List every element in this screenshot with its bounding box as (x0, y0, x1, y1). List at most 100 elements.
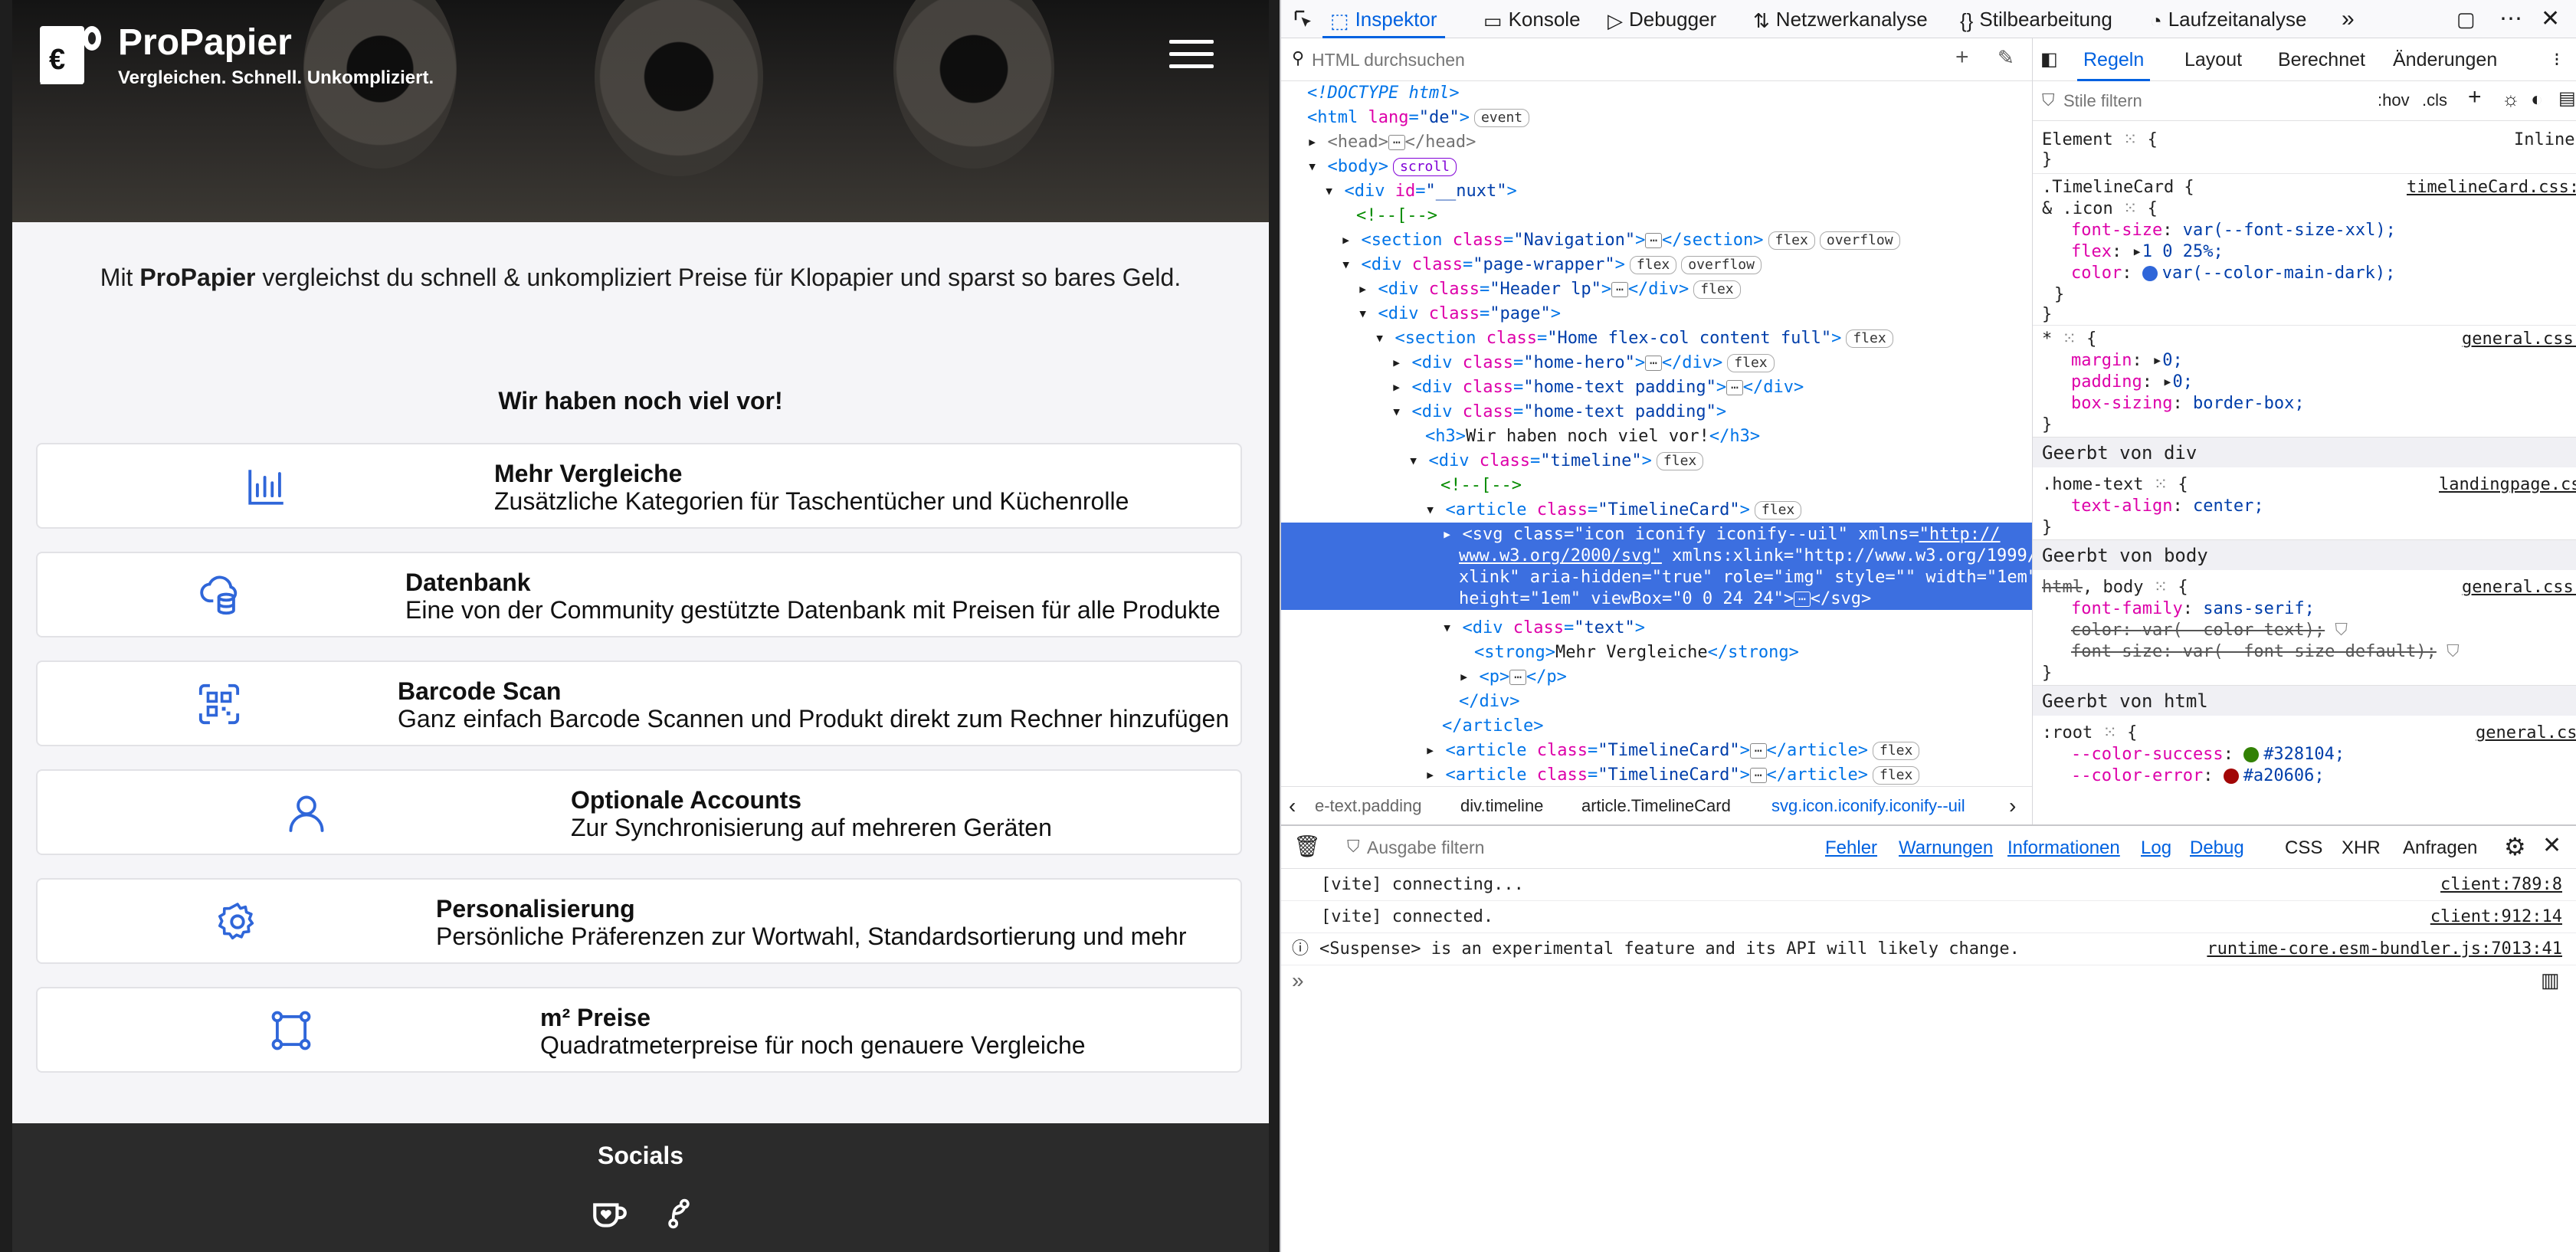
console-input[interactable] (1321, 968, 2516, 999)
more-tabs-chevron-icon[interactable]: » (2342, 0, 2355, 38)
console-message[interactable]: ⓘ <Suspense> is an experimental feature … (1281, 933, 2576, 965)
more-tabs-icon[interactable]: ⁝ (2554, 38, 2560, 81)
rule-declaration[interactable]: --color-success: #328104; (2071, 743, 2345, 765)
logo-icon[interactable]: € (37, 21, 106, 90)
toilet-paper-roll-image (893, 0, 1054, 169)
hover-states-toggle[interactable]: :hov (2378, 90, 2410, 110)
console-message-source[interactable]: client:789:8 (2440, 869, 2562, 901)
tab-layout[interactable]: Layout (2184, 38, 2242, 81)
console-filter-input[interactable] (1367, 834, 1673, 861)
level-debug-toggle[interactable]: Debug (2190, 837, 2244, 860)
rule-declaration[interactable]: padding: ▸0; (2071, 371, 2193, 393)
more-options-icon[interactable]: ⋯ (2499, 0, 2522, 38)
level-info-toggle[interactable]: Informationen (2007, 837, 2120, 860)
rule-source-link[interactable]: landingpage.css:26 (2439, 474, 2576, 496)
tab-inspector[interactable]: ⬚ Inspektor (1322, 0, 1445, 38)
timeline-card-personalization: Personalisierung Persönliche Präferenzen… (36, 878, 1242, 964)
github-sponsor-icon[interactable] (662, 1192, 696, 1235)
rule-declaration[interactable]: font-family: sans-serif; (2071, 598, 2315, 620)
level-log-toggle[interactable]: Log (2141, 837, 2171, 860)
rule-declaration-overridden[interactable]: color: var(--color-text); ⛉ (2071, 619, 2348, 641)
console-message[interactable]: [vite] connecting... client:789:8 (1281, 869, 2576, 901)
card-description: Zur Synchronisierung auf mehreren Geräte… (571, 814, 1052, 841)
card-title: Barcode Scan (398, 677, 562, 705)
timeline-card-database: Datenbank Eine von der Community gestütz… (36, 552, 1242, 637)
console-toolbar: 🗑 ⛉ Fehler Warnungen Informationen Log D… (1281, 826, 2576, 869)
tree-line: ▾ <div class="timeline"> flex (1408, 449, 1704, 474)
rule-source-link[interactable]: general.css:78 (2462, 576, 2576, 598)
color-swatch[interactable] (2243, 747, 2260, 762)
breadcrumb-item[interactable]: div.timeline (1460, 787, 1543, 824)
hamburger-line (1169, 64, 1214, 68)
breadcrumb-item[interactable]: e-text.padding (1315, 787, 1421, 824)
type-requests-toggle[interactable]: Anfragen (2403, 837, 2477, 860)
tree-line: </div> (1459, 692, 1520, 711)
add-rule-icon[interactable]: + (2468, 84, 2482, 110)
rule-declaration[interactable]: margin: ▸0; (2071, 349, 2183, 372)
intro-brand: ProPapier (139, 264, 256, 291)
level-errors-toggle[interactable]: Fehler (1825, 837, 1877, 860)
add-node-icon[interactable]: + (1955, 44, 1969, 70)
rule-declaration[interactable]: color: var(--color-main-dark); (2071, 262, 2395, 284)
eyedropper-icon[interactable]: ✎ (1998, 46, 2014, 70)
tab-rules[interactable]: Regeln (2077, 38, 2151, 81)
rule-declaration[interactable]: flex: ▸1 0 25%; (2071, 241, 2224, 263)
brand-name[interactable]: ProPapier (118, 21, 292, 64)
color-swatch[interactable] (2223, 769, 2239, 784)
card-title: Mehr Vergleiche (494, 460, 683, 487)
html-search-input[interactable] (1312, 46, 1925, 74)
html-tree[interactable]: <!DOCTYPE html> <html lang="de"> event ▸ … (1281, 81, 2032, 786)
console-message[interactable]: [vite] connected. client:912:14 (1281, 901, 2576, 933)
rule-declaration-overridden[interactable]: font-size: var(--font-size-default); ⛉ (2071, 641, 2460, 663)
level-warnings-toggle[interactable]: Warnungen (1899, 837, 1993, 860)
rule-declaration[interactable]: box-sizing: border-box; (2071, 392, 2305, 415)
color-swatch[interactable] (2142, 266, 2158, 281)
breadcrumb-item-selected[interactable]: svg.icon.iconify.iconify--uil (1771, 787, 1965, 824)
tab-changes[interactable]: Änderungen (2393, 38, 2497, 81)
light-theme-icon[interactable]: ☼ (2502, 87, 2520, 111)
trash-icon[interactable]: 🗑 (1293, 834, 1321, 859)
classes-toggle[interactable]: .cls (2422, 90, 2447, 110)
footer: Socials (12, 1123, 1269, 1252)
breadcrumb-scroll-left-icon[interactable]: ‹ (1289, 787, 1296, 824)
rule-source-link[interactable]: timelineCard.css:9 (2407, 176, 2576, 198)
styles-filter-input[interactable] (2063, 87, 2293, 115)
menu-hamburger-button[interactable] (1169, 40, 1214, 70)
tab-network[interactable]: ⇅ Netzwerkanalyse (1753, 0, 1928, 38)
rules-filter-bar: ⛉ :hov .cls + ☼ ◐ ▤ (2033, 81, 2576, 121)
element-picker-icon[interactable] (1292, 8, 1315, 31)
console-message-source[interactable]: runtime-core.esm-bundler.js:7013:41 (2207, 933, 2562, 965)
tree-line: </article> (1442, 716, 1544, 736)
print-media-icon[interactable]: ▤ (2558, 87, 2576, 110)
rule-source-link[interactable]: general.css:1 (2476, 722, 2576, 744)
square-vector-icon (271, 1011, 311, 1050)
close-devtools-icon[interactable]: ✕ (2541, 0, 2560, 38)
type-xhr-toggle[interactable]: XHR (2342, 837, 2381, 860)
filter-icon: ⛉ (2447, 642, 2460, 661)
rule-divider (2033, 173, 2576, 174)
tab-debugger[interactable]: ▷ Debugger (1608, 0, 1716, 38)
ko-fi-icon[interactable] (588, 1195, 630, 1234)
tree-line-selected[interactable]: ▸ <svg class="icon iconify iconify--uil"… (1281, 523, 2032, 610)
close-console-icon[interactable]: ✕ (2542, 832, 2561, 859)
tab-performance[interactable]: ◔ Laufzeitanalyse (2150, 0, 2306, 38)
console-message-source[interactable]: client:912:14 (2430, 901, 2562, 933)
tab-computed[interactable]: Berechnet (2278, 38, 2365, 81)
rule-declaration[interactable]: --color-error: #a20606; (2071, 765, 2325, 787)
breadcrumb-scroll-right-icon[interactable]: › (2009, 787, 2016, 824)
dock-side-icon[interactable]: ▢ (2456, 0, 2476, 38)
hamburger-line (1169, 52, 1214, 56)
tab-console[interactable]: ▭ Konsole (1483, 0, 1581, 38)
tree-line: <strong>Mehr Vergleiche</strong> (1474, 643, 1799, 662)
tab-style-editor[interactable]: {} Stilbearbeitung (1960, 0, 2112, 38)
rule-declaration[interactable]: text-align: center; (2071, 495, 2264, 517)
breadcrumb-item[interactable]: article.TimelineCard (1581, 787, 1731, 824)
console-settings-gear-icon[interactable]: ⚙ (2504, 832, 2526, 861)
toggle-layout-icon[interactable]: ◧ (2040, 38, 2058, 81)
rule-declaration[interactable]: font-size: var(--font-size-xxl); (2071, 219, 2396, 241)
dark-theme-icon[interactable]: ◐ (2531, 87, 2543, 111)
editor-mode-icon[interactable]: ▥ (2541, 968, 2560, 992)
hero-header: € ProPapier Vergleichen. Schnell. Unkomp… (12, 0, 1269, 222)
rule-source-link[interactable]: general.css:72 (2462, 328, 2576, 350)
type-css-toggle[interactable]: CSS (2285, 837, 2322, 860)
